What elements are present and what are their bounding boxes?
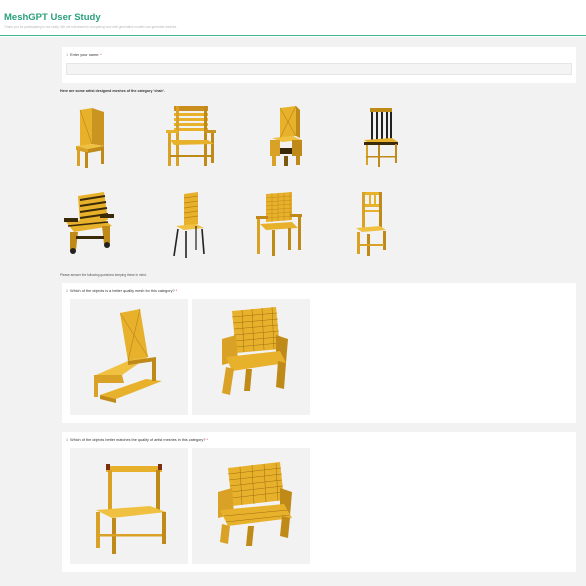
chair-textured-lounge-icon	[218, 462, 292, 546]
question-text: Which of the objects better matches the …	[70, 438, 206, 442]
chair-slatted-armchair-icon	[160, 100, 222, 172]
match-question-label: 3 Which of the objects better matches the…	[66, 438, 208, 442]
chair-box-armchair-icon	[256, 100, 318, 172]
question-text: Which of the objects is a better quality…	[70, 289, 175, 293]
chair-dark-spindle-back-icon	[350, 100, 412, 172]
chair-woven-armchair-icon	[248, 188, 310, 260]
page-title: MeshGPT User Study	[4, 12, 101, 23]
required-mark: *	[100, 53, 102, 57]
chair-solid-slab-icon	[58, 100, 120, 172]
required-mark: *	[206, 438, 208, 442]
name-question-card: 1 Enter your name:*	[62, 47, 576, 83]
instructions-text: Please answer the following questions ke…	[60, 273, 147, 277]
question-text: Enter your name:	[70, 53, 100, 57]
survey-body: 1 Enter your name:* Here are some artist …	[0, 37, 586, 586]
chair-cantilever-icon	[94, 308, 162, 403]
name-question-label: 1 Enter your name:*	[66, 53, 102, 57]
match-question-card: 3 Which of the objects better matches the…	[62, 432, 576, 572]
chair-dark-lounge-icon	[58, 188, 120, 260]
question-number: 3	[66, 438, 69, 442]
chair-simple-wooden-icon	[96, 464, 166, 554]
page-subtitle: Thank you for participating in our study…	[4, 25, 178, 29]
question-number: 1	[66, 53, 69, 57]
quality-question-label: 2 Which of the objects is a better qualit…	[66, 289, 177, 293]
artist-section-label: Here are some artist designed meshes of …	[60, 89, 165, 93]
question-number: 2	[66, 289, 69, 293]
name-input[interactable]	[66, 63, 572, 75]
match-option-a[interactable]	[70, 448, 188, 564]
page-header: MeshGPT User Study Thank you for partici…	[0, 0, 586, 36]
chair-textured-armchair-icon	[222, 306, 288, 395]
quality-option-b[interactable]	[192, 299, 310, 415]
chair-spindle-back-icon	[340, 188, 402, 260]
quality-option-a[interactable]	[70, 299, 188, 415]
quality-question-card: 2 Which of the objects is a better qualit…	[62, 283, 576, 423]
chair-dark-legged-slat-icon	[160, 188, 222, 260]
match-option-b[interactable]	[192, 448, 310, 564]
required-mark: *	[175, 289, 178, 293]
